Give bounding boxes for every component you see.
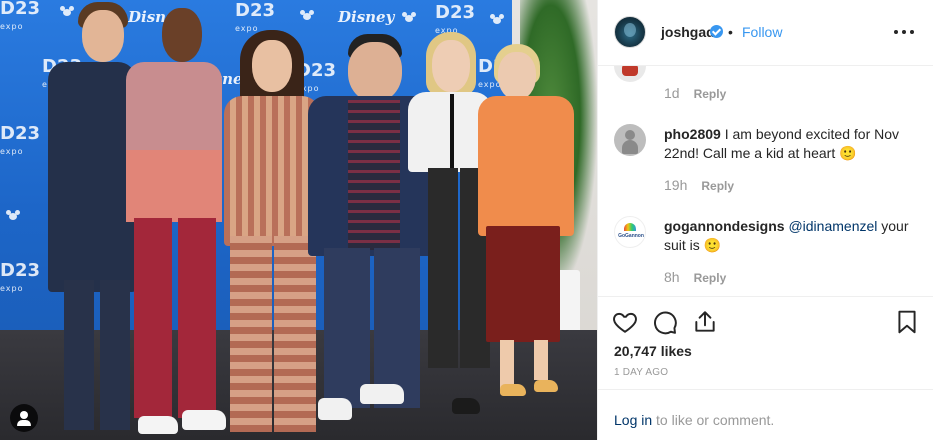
avatar[interactable] xyxy=(614,16,646,48)
reply-button[interactable]: Reply xyxy=(701,179,734,193)
comment-meta: 8h Reply xyxy=(664,269,726,285)
mickey-icon xyxy=(6,210,20,220)
avatar[interactable] xyxy=(614,66,646,82)
like-count[interactable]: 20,747 likes xyxy=(614,343,692,359)
comment-text: gogannondesigns @idinamenzel your suit i… xyxy=(664,217,914,255)
reply-button[interactable]: Reply xyxy=(694,87,727,101)
login-prompt: Log in to like or comment. xyxy=(614,412,774,428)
post-username[interactable]: joshgad xyxy=(661,24,715,40)
disney-wordmark: Disney xyxy=(338,8,395,26)
mention-link[interactable]: @idinamenzel xyxy=(788,218,877,234)
mickey-icon xyxy=(300,10,314,20)
d23-expo-logo: D23expo xyxy=(435,2,475,35)
avatar[interactable] xyxy=(614,124,646,156)
mickey-icon xyxy=(490,14,504,24)
heart-icon[interactable] xyxy=(612,309,638,335)
share-icon[interactable] xyxy=(692,309,718,335)
comment-username[interactable]: pho2809 xyxy=(664,126,721,142)
post-header: joshgad • Follow xyxy=(598,0,933,66)
comment-time: 19h xyxy=(664,177,688,193)
comment-username[interactable]: gogannondesigns xyxy=(664,218,785,234)
avatar-logo-text: GoGannon xyxy=(618,233,644,239)
reply-button[interactable]: Reply xyxy=(694,271,727,285)
comment-time: 1d xyxy=(664,85,680,101)
user-tag-icon[interactable] xyxy=(10,404,38,432)
comment-meta: 1d Reply xyxy=(664,85,726,101)
comment-time: 8h xyxy=(664,269,680,285)
post-actions: 20,747 likes 1 DAY AGO xyxy=(598,297,933,387)
avatar[interactable]: GoGannon xyxy=(614,216,646,248)
speech-bubble-icon[interactable] xyxy=(652,309,678,335)
comment-login-bar: Log in to like or comment. xyxy=(598,389,933,440)
comment-text: pho2809 I am beyond excited for Nov 22nd… xyxy=(664,125,914,163)
separator: • xyxy=(728,24,733,40)
more-options-icon[interactable] xyxy=(894,30,918,36)
bookmark-icon[interactable] xyxy=(894,309,920,335)
comments-list[interactable]: 1d Reply pho2809 I am beyond excited for … xyxy=(598,66,933,297)
verified-badge-icon xyxy=(710,25,723,38)
d23-expo-logo: D23expo xyxy=(0,123,40,156)
mickey-icon xyxy=(60,6,74,16)
follow-button[interactable]: Follow xyxy=(742,24,782,40)
login-link[interactable]: Log in xyxy=(614,412,652,428)
comment-meta: 19h Reply xyxy=(664,177,734,193)
d23-expo-logo: D23expo xyxy=(0,260,40,293)
d23-expo-logo: D23expo xyxy=(0,0,40,31)
post-sidebar: joshgad • Follow 1d Reply pho2809 I am be… xyxy=(597,0,933,440)
post-timestamp[interactable]: 1 DAY AGO xyxy=(614,367,668,378)
mickey-icon xyxy=(402,12,416,22)
post-photo[interactable]: D23expo D23expo D23expo D23expo D23expo … xyxy=(0,0,597,440)
login-prompt-text: to like or comment. xyxy=(652,412,775,428)
